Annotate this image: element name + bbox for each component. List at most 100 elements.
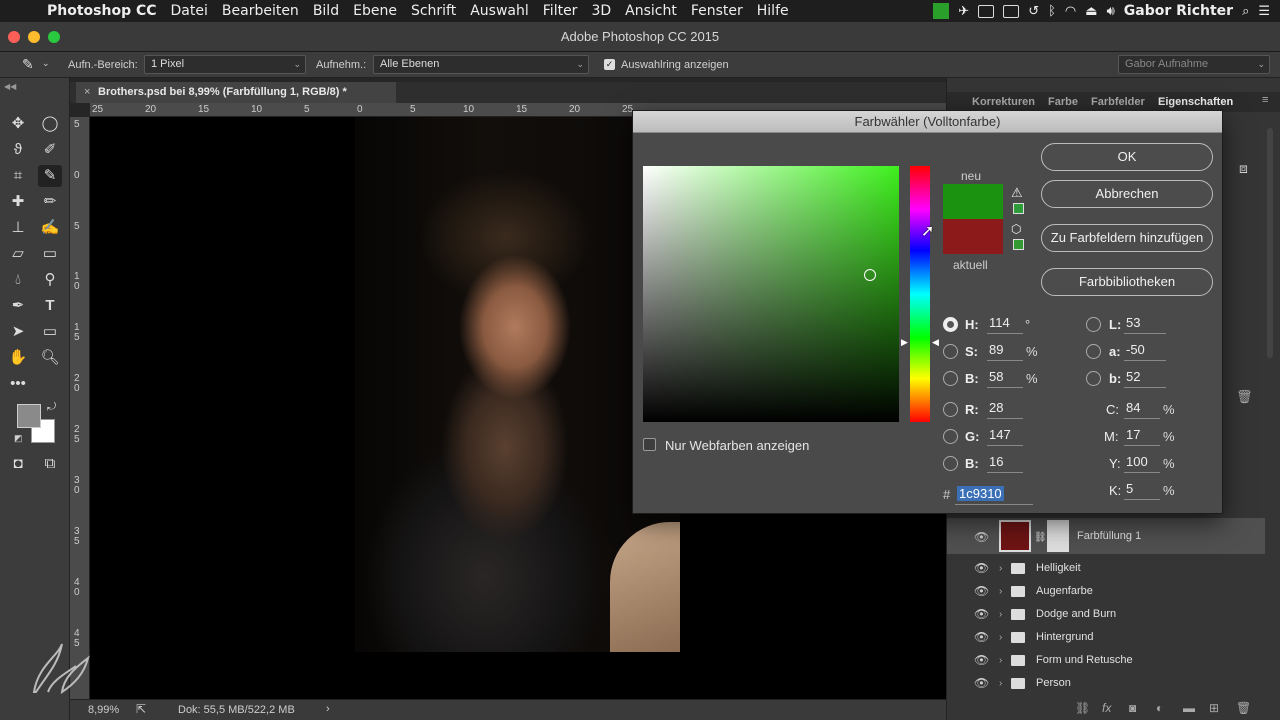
default-colors-icon[interactable]: ◩ bbox=[14, 433, 23, 444]
crop-tool-icon[interactable]: ⌗ bbox=[6, 165, 30, 187]
lab-b-field[interactable]: 52 bbox=[1124, 368, 1166, 388]
cyan-field[interactable]: 84 bbox=[1124, 399, 1160, 419]
workspace-select[interactable]: Gabor Aufnahme ⌄ bbox=[1118, 55, 1270, 74]
layer-row[interactable]: 👁︎ › Hintergrund bbox=[947, 626, 1265, 649]
screen-mode-icon[interactable]: ⧉ bbox=[38, 453, 62, 475]
close-tab-icon[interactable]: × bbox=[84, 82, 90, 103]
panel-menu-icon[interactable]: ≡ bbox=[1262, 94, 1268, 106]
saturation-field[interactable]: 89 bbox=[987, 341, 1023, 361]
trash-icon[interactable]: 🗑︎ bbox=[1236, 389, 1253, 405]
menu-fenster[interactable]: Fenster bbox=[684, 3, 750, 19]
menu-schrift[interactable]: Schrift bbox=[404, 3, 463, 19]
saturation-radio[interactable] bbox=[943, 344, 958, 359]
eyedropper-tool-icon[interactable]: ✎ bbox=[38, 165, 62, 187]
blue-radio[interactable] bbox=[943, 456, 958, 471]
tab-farbfelder[interactable]: Farbfelder bbox=[1091, 96, 1145, 108]
visibility-eye-icon[interactable]: 👁︎ bbox=[974, 526, 989, 549]
battery-icon[interactable] bbox=[1003, 4, 1020, 18]
wifi-icon[interactable]: ◠ bbox=[1065, 4, 1076, 19]
tab-farbe[interactable]: Farbe bbox=[1048, 96, 1078, 108]
hand-tool-icon[interactable]: ✋ bbox=[6, 347, 30, 369]
new-layer-icon[interactable]: ⊞ bbox=[1209, 701, 1219, 715]
zoom-tool-icon[interactable]: 🔍︎ bbox=[38, 347, 62, 369]
display-icon[interactable] bbox=[978, 4, 995, 18]
swap-colors-icon[interactable]: ⤾ bbox=[47, 401, 56, 414]
red-radio[interactable] bbox=[943, 402, 958, 417]
brightness-radio[interactable] bbox=[943, 371, 958, 386]
rectangle-tool-icon[interactable]: ▭ bbox=[38, 321, 62, 343]
hue-slider[interactable] bbox=[910, 166, 930, 422]
visibility-eye-icon[interactable]: 👁︎ bbox=[974, 626, 989, 649]
layer-row-fill[interactable]: 👁︎ ⛓ Farbfüllung 1 bbox=[947, 518, 1265, 554]
bluetooth-icon[interactable]: ᛒ bbox=[1048, 4, 1056, 19]
lab-b-radio[interactable] bbox=[1086, 371, 1101, 386]
visibility-eye-icon[interactable]: 👁︎ bbox=[974, 649, 989, 672]
brightness-field[interactable]: 58 bbox=[987, 368, 1023, 388]
mask-properties-icon[interactable]: ⧈ bbox=[1239, 160, 1248, 177]
move-tool-icon[interactable]: ✥ bbox=[6, 113, 30, 135]
magenta-field[interactable]: 17 bbox=[1124, 426, 1160, 446]
menu-filter[interactable]: Filter bbox=[536, 3, 585, 19]
quick-selection-tool-icon[interactable]: ✐ bbox=[38, 139, 62, 161]
blue-field[interactable]: 16 bbox=[987, 453, 1023, 473]
delete-layer-icon[interactable]: 🗑︎ bbox=[1236, 701, 1251, 715]
menu-ebene[interactable]: Ebene bbox=[346, 3, 404, 19]
menu-app[interactable]: Photoshop CC bbox=[40, 3, 164, 19]
blur-tool-icon[interactable]: 💧︎ bbox=[6, 269, 30, 291]
layer-row[interactable]: 👁︎ › Helligkeit bbox=[947, 557, 1265, 580]
close-window-button[interactable] bbox=[8, 31, 20, 43]
hex-field[interactable]: 1c9310 bbox=[955, 485, 1033, 505]
add-mask-icon[interactable]: ◙ bbox=[1129, 701, 1136, 715]
new-group-icon[interactable]: ▬ bbox=[1183, 701, 1195, 715]
sample-size-select[interactable]: 1 Pixel ⌄ bbox=[144, 55, 306, 74]
app-status-icon[interactable] bbox=[933, 3, 950, 19]
dodge-tool-icon[interactable]: ⚲ bbox=[38, 269, 62, 291]
black-field[interactable]: 5 bbox=[1124, 480, 1160, 500]
cancel-button[interactable]: Abbrechen bbox=[1041, 180, 1213, 208]
gamut-warning-icon[interactable]: ⚠ bbox=[1011, 185, 1023, 201]
menu-hilfe[interactable]: Hilfe bbox=[750, 3, 796, 19]
zoom-level[interactable]: 8,99% bbox=[88, 704, 119, 716]
color-libraries-button[interactable]: Farbbibliotheken bbox=[1041, 268, 1213, 296]
color-field[interactable] bbox=[643, 166, 899, 422]
eraser-tool-icon[interactable]: ▱ bbox=[6, 243, 30, 265]
expand-chevron-icon[interactable]: › bbox=[999, 603, 1002, 626]
gradient-tool-icon[interactable]: ▭ bbox=[38, 243, 62, 265]
layer-row[interactable]: 👁︎ › Dodge and Burn bbox=[947, 603, 1265, 626]
lab-a-field[interactable]: -50 bbox=[1124, 341, 1166, 361]
tab-eigenschaften[interactable]: Eigenschaften bbox=[1158, 96, 1233, 108]
path-selection-tool-icon[interactable]: ➤ bbox=[6, 321, 30, 343]
panel-scrollbar[interactable] bbox=[1267, 128, 1273, 358]
clone-stamp-tool-icon[interactable]: ⊥ bbox=[6, 217, 30, 239]
web-colors-checkbox[interactable] bbox=[643, 438, 656, 451]
hue-field[interactable]: 114 bbox=[987, 314, 1023, 334]
green-field[interactable]: 147 bbox=[987, 426, 1023, 446]
visibility-eye-icon[interactable]: 👁︎ bbox=[974, 580, 989, 603]
hue-radio[interactable] bbox=[943, 317, 958, 332]
visibility-eye-icon[interactable]: 👁︎ bbox=[974, 603, 989, 626]
add-to-swatches-button[interactable]: Zu Farbfeldern hinzufügen bbox=[1041, 224, 1213, 252]
eyedropper-tool-icon[interactable]: ✎ bbox=[22, 56, 34, 73]
fx-icon[interactable]: fx bbox=[1102, 701, 1111, 715]
status-menu-chevron-icon[interactable]: › bbox=[326, 703, 330, 715]
expand-chevron-icon[interactable]: › bbox=[999, 649, 1002, 672]
lasso-tool-icon[interactable]: ϑ bbox=[6, 139, 30, 161]
visibility-eye-icon[interactable]: 👁︎ bbox=[974, 672, 989, 695]
quick-mask-icon[interactable]: ◘ bbox=[6, 453, 30, 475]
menu-auswahl[interactable]: Auswahl bbox=[463, 3, 536, 19]
hue-slider-right-arrow-icon[interactable]: ◀ bbox=[932, 337, 939, 348]
show-ring-checkbox[interactable]: ✓ bbox=[604, 59, 615, 70]
time-machine-icon[interactable]: ↺ bbox=[1028, 4, 1039, 19]
menu-ansicht[interactable]: Ansicht bbox=[618, 3, 684, 19]
layer-row[interactable]: 👁︎ › Augenfarbe bbox=[947, 580, 1265, 603]
healing-brush-tool-icon[interactable]: ✚ bbox=[6, 191, 30, 213]
expand-chevron-icon[interactable]: › bbox=[999, 672, 1002, 695]
volume-icon[interactable]: 🔊︎ bbox=[1107, 4, 1115, 19]
document-tab[interactable]: × Brothers.psd bei 8,99% (Farbfüllung 1,… bbox=[76, 82, 396, 103]
ok-button[interactable]: OK bbox=[1041, 143, 1213, 171]
spotlight-icon[interactable]: ⌕ bbox=[1242, 4, 1249, 19]
red-field[interactable]: 28 bbox=[987, 399, 1023, 419]
vertical-ruler[interactable]: 5 0 5 1 0 1 5 2 0 2 5 3 0 3 5 4 0 4 5 bbox=[70, 117, 90, 699]
more-tools-icon[interactable]: ••• bbox=[6, 373, 30, 395]
current-color-swatch[interactable] bbox=[943, 219, 1003, 254]
